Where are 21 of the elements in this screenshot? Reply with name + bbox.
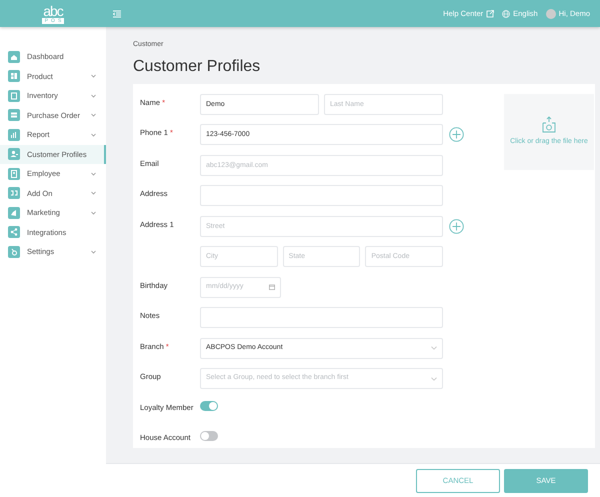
chevron-down-icon xyxy=(431,346,437,350)
avatar[interactable] xyxy=(546,8,556,18)
page-title: Customer Profiles xyxy=(133,56,262,76)
share-icon xyxy=(8,226,20,238)
input-field[interactable] xyxy=(200,307,443,328)
grid-icon xyxy=(8,70,20,82)
external-link-icon[interactable] xyxy=(486,10,494,18)
badge-icon xyxy=(8,168,20,180)
list-icon xyxy=(8,109,20,122)
add-icon[interactable] xyxy=(449,218,464,234)
home-icon xyxy=(8,50,20,63)
globe-icon xyxy=(502,10,510,18)
chevron-down-icon xyxy=(431,376,437,381)
calendar-icon[interactable] xyxy=(269,284,275,290)
add-icon[interactable] xyxy=(449,127,464,142)
bar-chart-icon xyxy=(8,128,20,141)
person-icon xyxy=(8,148,20,160)
toggle-switch[interactable] xyxy=(200,400,218,411)
toggle-switch[interactable] xyxy=(200,430,218,441)
input-field[interactable] xyxy=(200,185,443,206)
menu-icon[interactable] xyxy=(113,10,121,18)
